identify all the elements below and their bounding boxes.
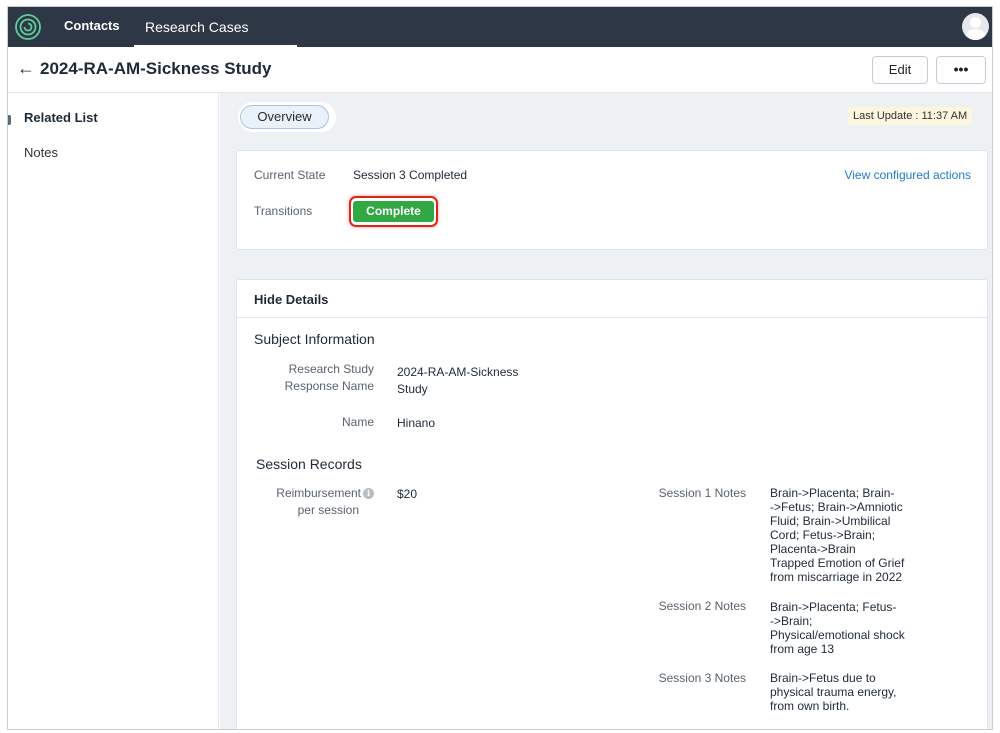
state-card: Current State Session 3 Completed View c… [236,150,988,250]
reimbursement-label: Reimbursement i per session [254,485,374,519]
session-2-notes-value: Brain->Placenta; Fetus- ->Brain; Physica… [770,600,905,656]
session-3-notes-line: from own birth. [770,699,850,713]
session-1-notes-label: Session 1 Notes [658,486,746,500]
top-nav-bar: Contacts Research Cases [8,7,992,47]
session-1-notes-line: Brain->Placenta; Brain- [770,486,895,500]
session-1-notes-line: Placenta->Brain [770,542,856,556]
edit-button[interactable]: Edit [872,56,928,84]
last-update-badge: Last Update : 11:37 AM [848,107,973,125]
collapse-handle-icon[interactable] [8,115,11,125]
sidebar-item-notes[interactable]: Notes [24,145,58,160]
related-list-heading: Related List [24,110,98,125]
details-header: Hide Details [237,280,987,318]
related-list-sidebar: Related List Notes [8,93,219,729]
session-2-notes-line: ->Brain; [770,614,813,628]
view-configured-actions-link[interactable]: View configured actions [844,168,971,182]
session-2-notes-line: from age 13 [770,642,835,656]
reimbursement-value: $20 [397,487,418,501]
name-value: Hinano [397,416,436,430]
back-arrow-icon[interactable]: ← [17,59,35,77]
reimbursement-label-line: Reimbursement [276,486,361,500]
user-avatar-icon[interactable] [962,13,989,40]
session-3-notes-line: Brain->Fetus due to [770,671,876,685]
nav-tab-research-cases[interactable]: Research Cases [134,7,297,47]
session-1-notes-line: Cord; Fetus->Brain; [770,528,876,542]
app-logo-icon[interactable] [8,7,48,47]
subject-information-title: Subject Information [254,331,375,347]
name-label: Name [341,415,374,429]
session-2-notes-line: Physical/emotional shock [770,628,905,642]
current-state-label: Current State [254,168,326,182]
nav-tab-contacts[interactable]: Contacts [64,7,120,47]
info-icon[interactable]: i [363,488,374,500]
main-content: Overview Last Update : 11:37 AM Current … [220,93,992,729]
session-3-notes-value: Brain->Fetus due to physical trauma ener… [770,671,897,713]
complete-transition-button[interactable]: Complete [353,201,434,222]
response-name-value-line: 2024-RA-AM-Sickness [397,365,519,379]
transitions-label: Transitions [254,204,313,218]
response-name-label: Research Study Response Name [254,361,374,395]
session-1-notes-line: ->Fetus; Brain->Amniotic [770,500,903,514]
session-3-notes-label: Session 3 Notes [658,671,746,685]
session-2-notes-line: Brain->Placenta; Fetus- [770,600,897,614]
hide-details-toggle[interactable]: Hide Details [254,292,328,307]
session-records-title: Session Records [256,456,362,472]
reimbursement-label-line: per session [297,503,359,517]
record-header: ← 2024-RA-AM-Sickness Study Edit ••• [8,47,992,93]
tab-overview[interactable]: Overview [240,105,329,129]
app-window: Contacts Research Cases ← 2024-RA-AM-Sic… [7,6,993,730]
more-actions-button[interactable]: ••• [936,56,986,84]
details-card: Hide Details Subject Information Researc… [236,279,988,729]
session-1-notes-line: from miscarriage in 2022 [770,570,903,584]
response-name-value-line: Study [397,382,428,396]
session-1-notes-line: Fluid; Brain->Umbilical [770,514,891,528]
record-title: 2024-RA-AM-Sickness Study [40,59,272,78]
session-1-notes-value: Brain->Placenta; Brain- ->Fetus; Brain->… [770,486,904,584]
session-1-notes-line: Trapped Emotion of Grief [770,556,905,570]
response-name-value: 2024-RA-AM-Sickness Study [397,364,518,398]
current-state-value: Session 3 Completed [353,168,468,182]
response-name-label-line: Response Name [284,379,374,393]
session-2-notes-label: Session 2 Notes [658,599,746,613]
session-3-notes-line: physical trauma energy, [770,685,897,699]
tab-strip: Overview [238,102,336,132]
response-name-label-line: Research Study [288,362,374,376]
